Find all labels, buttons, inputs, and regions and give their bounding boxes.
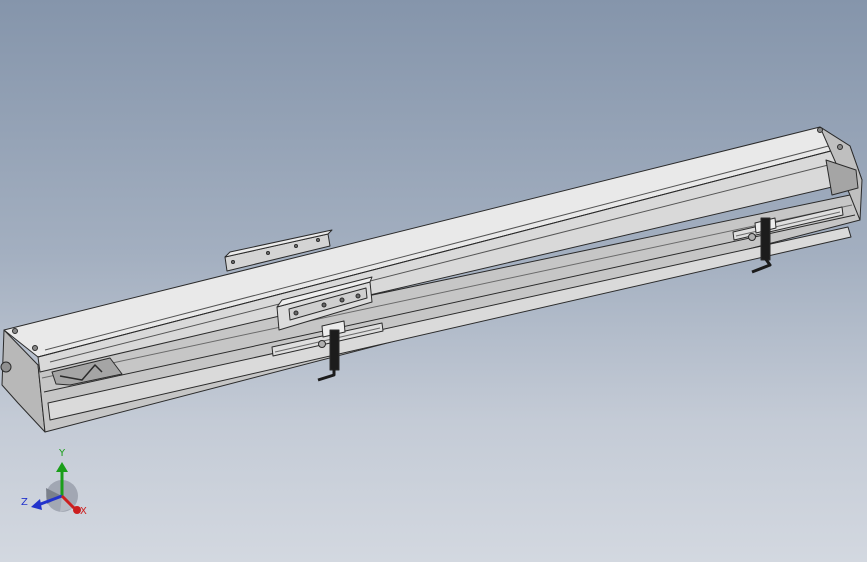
linear-actuator-model [0,126,863,514]
cover-screw [12,328,18,334]
cover-screw [32,345,38,351]
coordinate-triad [31,462,81,514]
triad-z-label: Z [21,497,28,508]
left-end-hole [0,361,12,373]
cover-screw [817,127,823,133]
y-axis-head [56,462,68,472]
triad-x-label: X [80,506,87,517]
cover-screw [837,144,843,150]
cad-viewport[interactable]: Y Z X [0,0,867,562]
z-axis-head [31,499,42,510]
triad-y-label: Y [59,448,66,459]
